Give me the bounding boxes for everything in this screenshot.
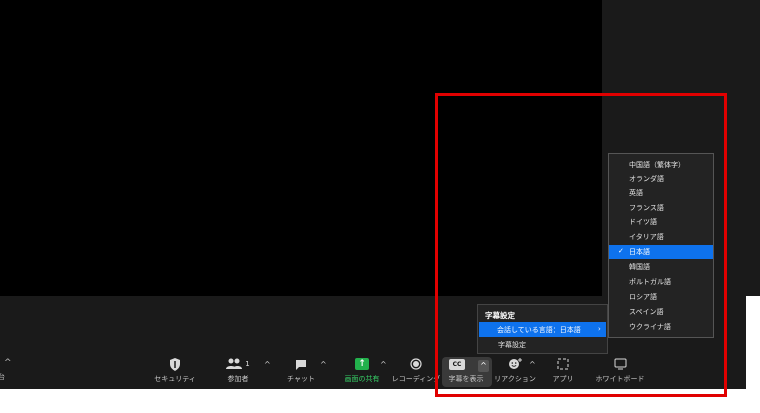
share-screen-button[interactable]: ↑ 画面の共有 [340,356,384,388]
people-icon: 1 [226,356,250,372]
record-label: レコーディング [391,375,441,383]
security-label: セキュリティ [154,375,196,383]
participants-chevron-up-icon[interactable]: ^ [264,360,271,369]
chat-button[interactable]: チャット [283,356,319,388]
participants-label: 参加者 [227,375,249,383]
share-screen-label: 画面の共有 [344,375,380,383]
participant-count: 1 [245,360,250,368]
share-chevron-up-icon[interactable]: ^ [380,360,387,369]
record-icon [410,356,422,372]
chat-chevron-up-icon[interactable]: ^ [320,360,327,369]
left-clipped-label: 台 [0,373,5,381]
participants-button[interactable]: 1 参加者 [218,356,258,388]
chat-bubble-icon [295,356,307,372]
highlight-annotation-frame [435,93,727,397]
share-screen-icon: ↑ [355,356,369,372]
left-chevron-up-icon[interactable]: ^ [4,358,12,368]
security-button[interactable]: セキュリティ [154,356,196,388]
record-button[interactable]: レコーディング [391,356,441,388]
chat-label: チャット [287,375,315,383]
shield-icon [169,356,181,372]
